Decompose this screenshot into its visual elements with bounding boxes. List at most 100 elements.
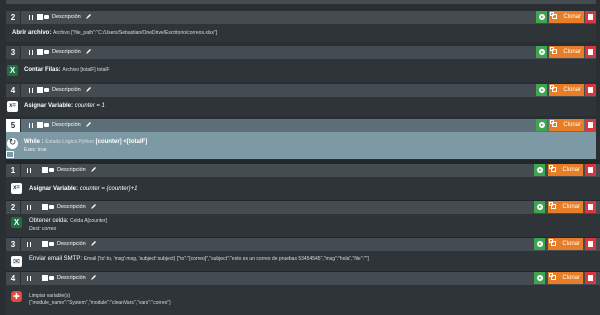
trash-icon [588, 241, 593, 247]
pause-icon[interactable] [29, 15, 33, 20]
pencil-icon[interactable] [86, 87, 91, 92]
copy-icon [550, 85, 557, 92]
block-body: Asignar Variable: counter = 1 [6, 97, 596, 116]
block-open-file[interactable]: 2 Descripción Clonar Abrir archivo: Arch… [6, 11, 596, 42]
pencil-icon[interactable] [86, 122, 91, 127]
enable-checkbox[interactable] [37, 14, 43, 20]
run-button[interactable] [534, 238, 545, 250]
enable-checkbox[interactable] [37, 49, 43, 55]
clone-button[interactable]: Clonar [549, 46, 584, 58]
run-button[interactable] [536, 84, 547, 96]
mail-icon [11, 256, 22, 267]
trash-icon [588, 87, 593, 93]
excel-icon [11, 217, 22, 228]
pause-icon[interactable] [27, 205, 31, 210]
pause-icon[interactable] [29, 50, 33, 55]
child-block-get-cell[interactable]: 2 Descripción Clonar Obtener celda: Celd… [6, 201, 600, 237]
enable-checkbox[interactable] [37, 122, 43, 128]
enable-checkbox[interactable] [42, 241, 48, 247]
comment-icon[interactable] [49, 205, 54, 209]
pencil-icon[interactable] [91, 204, 96, 209]
comment-icon[interactable] [49, 242, 54, 246]
clone-button[interactable]: Clonar [549, 11, 584, 23]
block-body: Limpiar variable(s) {"module_name":"Syst… [6, 285, 600, 315]
pencil-icon[interactable] [91, 167, 96, 172]
pause-icon[interactable] [27, 242, 31, 247]
clone-label: Clonar [563, 122, 581, 128]
enable-checkbox[interactable] [42, 204, 48, 210]
pencil-icon[interactable] [91, 275, 96, 280]
enable-checkbox[interactable] [42, 275, 48, 281]
clone-button[interactable]: Clonar [549, 119, 584, 131]
delete-button[interactable] [585, 201, 596, 213]
block-content: Contar Filas: Archivo [totalF] totalF [24, 66, 110, 74]
run-button[interactable] [534, 272, 545, 284]
block-while-loop[interactable]: 5 Descripción Clonar While : Estado Lógi… [6, 119, 596, 159]
clone-button[interactable]: Clonar [548, 238, 583, 250]
block-number: 5 [6, 119, 21, 132]
block-number: 2 [6, 11, 21, 24]
comment-icon[interactable] [49, 168, 54, 172]
comment-icon[interactable] [44, 88, 49, 92]
pause-icon[interactable] [29, 123, 33, 128]
puzzle-icon [11, 291, 22, 302]
pencil-icon[interactable] [91, 241, 96, 246]
run-button[interactable] [534, 201, 545, 213]
variable-icon [7, 101, 18, 112]
play-icon [536, 167, 543, 173]
delete-button[interactable] [585, 46, 596, 58]
clone-label: Clonar [562, 241, 580, 247]
clone-label: Clonar [563, 87, 581, 93]
block-header: 4 Descripción Clonar [6, 84, 596, 97]
block-count-rows[interactable]: 3 Descripción Clonar Contar Filas: Archi… [6, 46, 596, 82]
copy-icon [549, 273, 556, 280]
pause-icon[interactable] [29, 88, 33, 93]
pencil-icon[interactable] [86, 14, 91, 19]
copy-icon [549, 165, 556, 172]
action-name: Enviar email SMTP: [29, 256, 83, 262]
delete-button[interactable] [585, 119, 596, 131]
child-block-clean-variables[interactable]: 4 Descripción Clonar Limpiar variable(s)… [6, 272, 600, 315]
clone-button[interactable]: Clonar [548, 164, 583, 176]
child-block-assign-variable[interactable]: 1 Descripción Clonar Asignar Variable: c… [6, 164, 600, 200]
delete-button[interactable] [585, 11, 596, 23]
play-icon [536, 241, 543, 247]
comment-icon[interactable] [49, 276, 54, 280]
run-button[interactable] [534, 164, 545, 176]
pencil-icon[interactable] [86, 49, 91, 54]
run-button[interactable] [536, 11, 547, 23]
block-number: 2 [6, 201, 21, 214]
play-icon [538, 122, 545, 128]
pause-icon[interactable] [27, 276, 31, 281]
delete-button[interactable] [585, 164, 596, 176]
enable-checkbox[interactable] [37, 87, 43, 93]
delete-button[interactable] [585, 84, 596, 96]
delete-button[interactable] [585, 272, 596, 284]
clone-label: Clonar [562, 167, 580, 173]
block-body: Asignar Variable: counter = {counter}+1 [6, 177, 600, 200]
collapse-icon[interactable] [6, 151, 14, 158]
block-assign-variable[interactable]: 4 Descripción Clonar Asignar Variable: c… [6, 84, 596, 116]
block-body: Contar Filas: Archivo [totalF] totalF [6, 59, 596, 82]
action-name: Obtener celda: [29, 218, 69, 224]
run-button[interactable] [536, 46, 547, 58]
clone-button[interactable]: Clonar [549, 84, 584, 96]
block-content: Enviar email SMTP: Email {'to':to, 'msg'… [29, 255, 369, 263]
enable-checkbox[interactable] [42, 167, 48, 173]
block-header: 4 Descripción Clonar [6, 272, 600, 285]
play-icon [536, 275, 543, 281]
child-block-send-email[interactable]: 3 Descripción Clonar Enviar email SMTP: … [6, 238, 600, 271]
block-header: 3 Descripción Clonar [6, 46, 596, 59]
description-label: Descripción [52, 122, 81, 128]
comment-icon[interactable] [44, 15, 49, 19]
copy-icon [549, 202, 556, 209]
delete-button[interactable] [585, 238, 596, 250]
pause-icon[interactable] [27, 168, 31, 173]
comment-icon[interactable] [44, 50, 49, 54]
clone-button[interactable]: Clonar [548, 201, 583, 213]
comment-icon[interactable] [44, 123, 49, 127]
description-label: Descripción [57, 241, 86, 247]
clone-button[interactable]: Clonar [548, 272, 583, 284]
copy-icon [550, 12, 557, 19]
run-button[interactable] [536, 119, 547, 131]
